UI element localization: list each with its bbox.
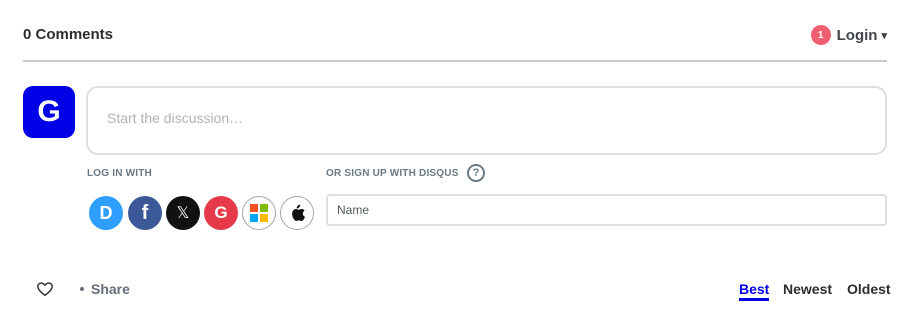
login-button[interactable]: 1 Login ▾: [810, 25, 887, 45]
help-icon[interactable]: ?: [467, 164, 485, 182]
microsoft-icon[interactable]: [242, 196, 276, 230]
facebook-icon[interactable]: f: [128, 196, 162, 230]
comments-header: 0 Comments 1 Login ▾: [23, 22, 887, 62]
comment-count: 0 Comments: [23, 26, 114, 43]
google-icon[interactable]: G: [204, 196, 238, 230]
x-icon[interactable]: 𝕏: [166, 196, 200, 230]
apple-icon[interactable]: [280, 196, 314, 230]
sort-best-tab[interactable]: Best: [739, 281, 770, 301]
name-input[interactable]: [326, 194, 887, 226]
disqus-icon[interactable]: D: [89, 196, 123, 230]
notification-badge[interactable]: 1: [810, 25, 831, 45]
login-with-label: LOG IN WITH: [87, 168, 152, 179]
avatar: G: [23, 86, 75, 138]
heart-icon[interactable]: [36, 280, 54, 298]
chevron-down-icon[interactable]: ▾: [881, 29, 887, 42]
share-label[interactable]: Share: [91, 281, 130, 297]
composer-placeholder[interactable]: Start the discussion…: [107, 110, 243, 126]
signup-with-label: OR SIGN UP WITH DISQUS: [326, 168, 459, 179]
login-label[interactable]: Login: [837, 27, 878, 44]
share-button[interactable]: Share: [80, 281, 130, 297]
comment-composer[interactable]: Start the discussion…: [86, 86, 887, 155]
sort-oldest-tab[interactable]: Oldest: [847, 281, 891, 297]
sort-newest-tab[interactable]: Newest: [783, 281, 832, 297]
bullet-icon: [80, 287, 84, 291]
